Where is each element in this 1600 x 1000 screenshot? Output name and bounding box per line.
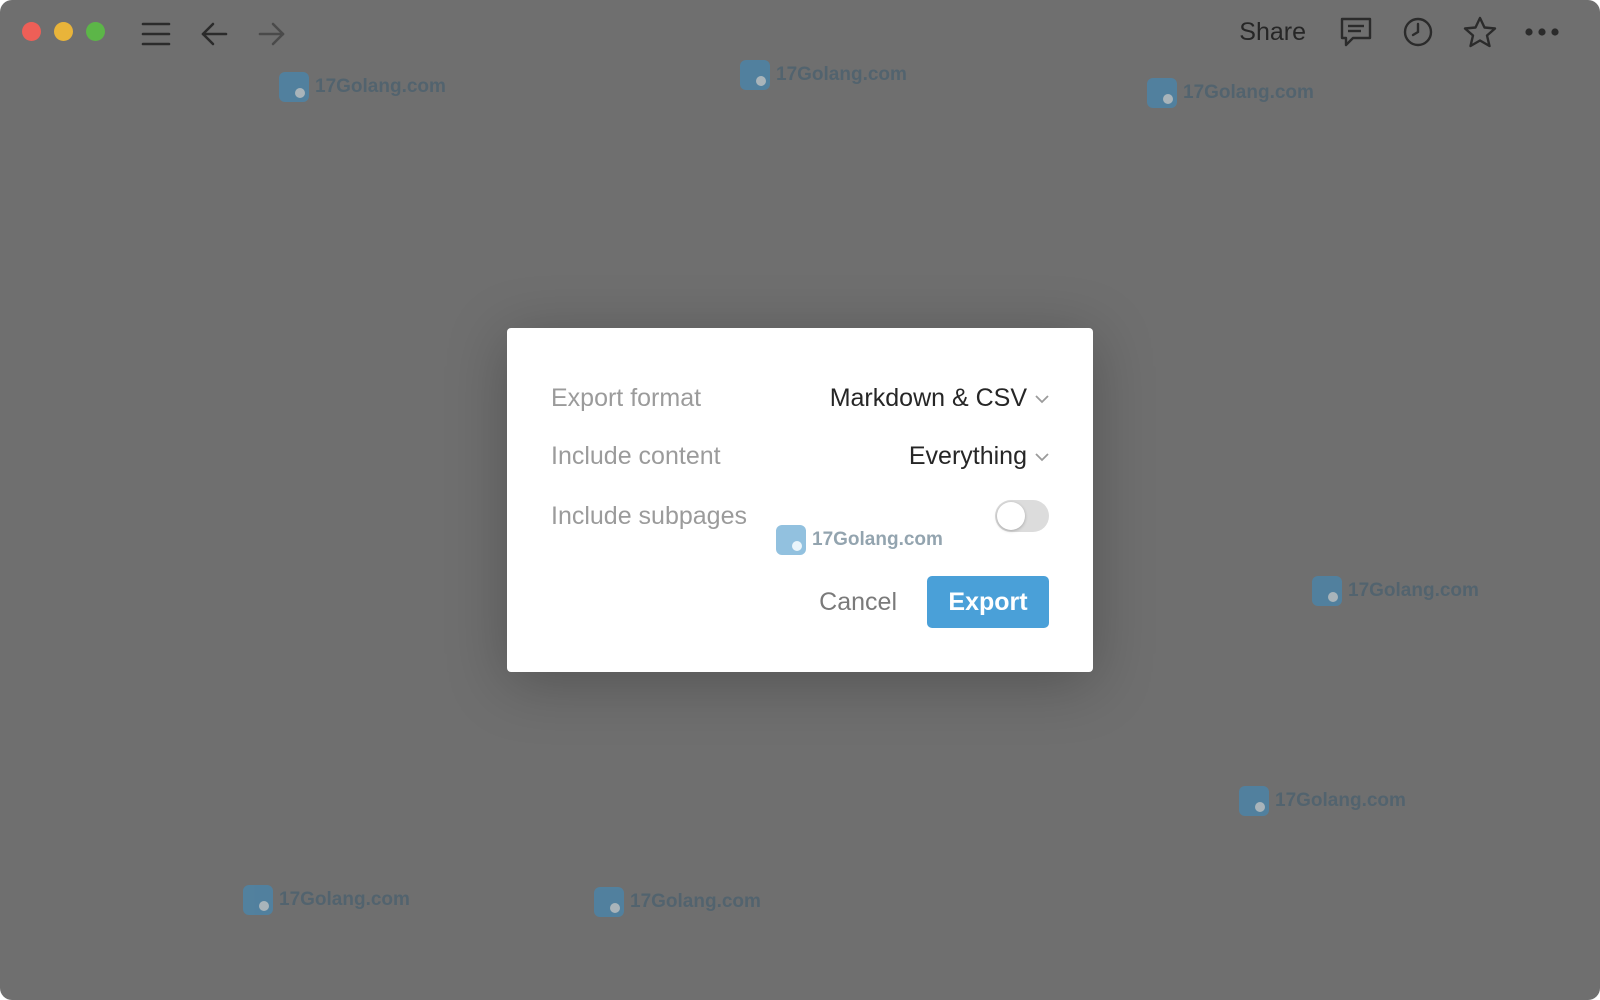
export-button[interactable]: Export — [927, 576, 1049, 628]
include-content-value: Everything — [908, 442, 1027, 470]
watermark-logo-icon — [243, 885, 273, 915]
window-controls — [22, 22, 105, 41]
export-format-label: Export format — [551, 384, 702, 412]
watermark: 17Golang.com — [1239, 786, 1406, 816]
sidebar-menu-icon[interactable] — [138, 16, 174, 52]
export-format-select[interactable]: Markdown & CSV — [830, 384, 1049, 413]
dialog-actions: Cancel Export — [819, 576, 1049, 628]
watermark-logo-icon — [740, 60, 770, 90]
toolbar-left — [138, 16, 290, 52]
include-subpages-label: Include subpages — [551, 501, 747, 530]
watermark: 17Golang.com — [594, 887, 761, 917]
toggle-knob — [997, 502, 1025, 530]
watermark-logo-icon — [594, 887, 624, 917]
forward-arrow-icon[interactable] — [254, 16, 290, 52]
maximize-window-button[interactable] — [86, 22, 105, 41]
watermark-logo-icon — [1239, 786, 1269, 816]
close-window-button[interactable] — [22, 22, 41, 41]
watermark: 17Golang.com — [740, 60, 907, 90]
app-window: Share 17Golang.com 17Golang.com 17Golang… — [0, 0, 1600, 1000]
more-options-icon[interactable] — [1524, 14, 1560, 50]
include-subpages-toggle[interactable] — [995, 500, 1049, 532]
include-content-row: Include content Everything — [551, 442, 1049, 471]
watermark-logo-icon — [1312, 576, 1342, 606]
comments-icon[interactable] — [1338, 14, 1374, 50]
watermark-logo-icon — [1147, 78, 1177, 108]
history-clock-icon[interactable] — [1400, 14, 1436, 50]
cancel-button[interactable]: Cancel — [819, 588, 897, 617]
watermark-logo-icon — [279, 72, 309, 102]
share-button[interactable]: Share — [1239, 18, 1312, 47]
watermark: 17Golang.com — [243, 885, 410, 915]
toolbar-right: Share — [1239, 14, 1560, 50]
include-content-label: Include content — [551, 442, 721, 470]
export-dialog: Export format Markdown & CSV Include con… — [507, 328, 1093, 672]
chevron-down-icon — [1035, 452, 1049, 461]
minimize-window-button[interactable] — [54, 22, 73, 41]
back-arrow-icon[interactable] — [196, 16, 232, 52]
favorite-star-icon[interactable] — [1462, 14, 1498, 50]
chevron-down-icon — [1035, 394, 1049, 403]
include-content-select[interactable]: Everything — [909, 442, 1049, 471]
watermark-logo-icon — [776, 525, 806, 555]
watermark: 17Golang.com — [776, 525, 943, 555]
export-format-row: Export format Markdown & CSV — [551, 384, 1049, 413]
watermark: 17Golang.com — [1312, 576, 1479, 606]
watermark: 17Golang.com — [1147, 78, 1314, 108]
export-format-value: Markdown & CSV — [829, 384, 1027, 412]
watermark: 17Golang.com — [279, 72, 446, 102]
